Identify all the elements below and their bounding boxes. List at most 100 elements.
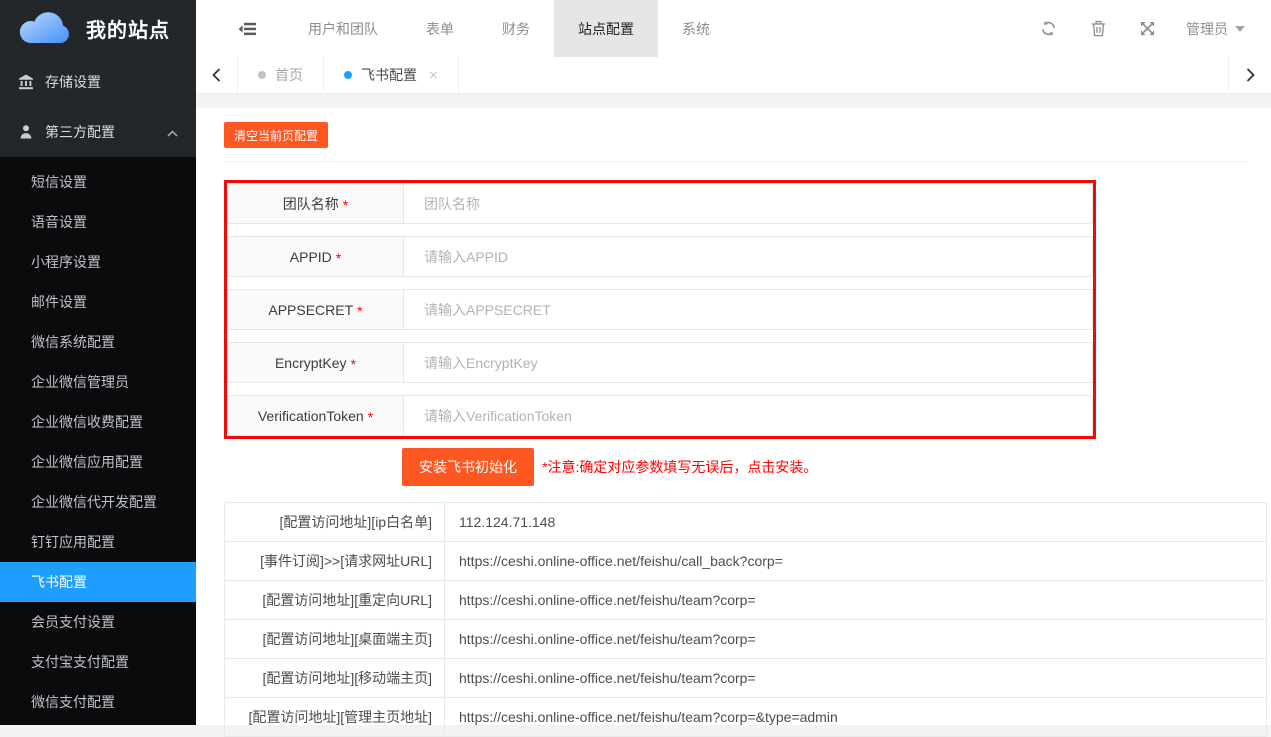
sidebar-collapse-icon[interactable]: [238, 0, 256, 57]
sidebar-item-wecom-admin[interactable]: 企业微信管理员: [0, 362, 196, 402]
team-name-input[interactable]: [404, 184, 1092, 223]
tab-label: 飞书配置: [361, 65, 417, 85]
form-row-verificationtoken: VerificationToken*: [227, 395, 1093, 436]
address-value: https://ceshi.online-office.net/feishu/t…: [445, 581, 1267, 620]
encryptkey-input[interactable]: [404, 343, 1092, 382]
label-text: 团队名称: [283, 194, 339, 214]
sidebar-submenu: 短信设置 语音设置 小程序设置 邮件设置 微信系统配置 企业微信管理员 企业微信…: [0, 157, 196, 725]
cloud-logo-icon: [16, 6, 74, 51]
form-row-team-name: 团队名称*: [227, 183, 1093, 224]
tab-bar: 首页 飞书配置 ×: [196, 57, 1271, 94]
install-feishu-button[interactable]: 安装飞书初始化: [402, 448, 534, 486]
header-actions: 管理员: [1023, 0, 1271, 57]
address-label: [配置访问地址][移动端主页]: [225, 659, 445, 698]
address-value: https://ceshi.online-office.net/feishu/c…: [445, 542, 1267, 581]
address-value: 112.124.71.148: [445, 503, 1267, 542]
table-row: [配置访问地址][管理主页地址] https://ceshi.online-of…: [225, 698, 1267, 737]
form-row-encryptkey: EncryptKey*: [227, 342, 1093, 383]
tabs-scroll-right-icon[interactable]: [1228, 57, 1271, 93]
install-row: 安装飞书初始化 *注意:确定对应参数填写无误后，点击安装。: [402, 448, 1271, 486]
appsecret-input[interactable]: [404, 290, 1092, 329]
nav-finance[interactable]: 财务: [478, 0, 554, 57]
sidebar-item-third-party-config[interactable]: 第三方配置: [0, 107, 196, 157]
user-name: 管理员: [1186, 19, 1228, 39]
required-mark: *: [351, 353, 356, 372]
sidebar-item-voice-settings[interactable]: 语音设置: [0, 202, 196, 242]
label-text: APPID: [290, 249, 332, 265]
sidebar-item-member-payment-settings[interactable]: 会员支付设置: [0, 602, 196, 642]
nav-users-teams[interactable]: 用户和团队: [284, 0, 402, 57]
sidebar-item-sms-settings[interactable]: 短信设置: [0, 162, 196, 202]
address-label: [配置访问地址][桌面端主页]: [225, 620, 445, 659]
feishu-config-form: 团队名称* APPID* APPSECRET* EncryptKey* Veri…: [224, 180, 1096, 439]
person-icon: [18, 124, 35, 141]
tab-home[interactable]: 首页: [238, 57, 324, 93]
sidebar-item-feishu-config[interactable]: 飞书配置: [0, 562, 196, 602]
field-label: APPSECRET*: [228, 290, 404, 329]
table-row: [配置访问地址][移动端主页] https://ceshi.online-off…: [225, 659, 1267, 698]
label-text: VerificationToken: [258, 408, 364, 424]
feishu-address-table: [配置访问地址][ip白名单] 112.124.71.148 [事件订阅]>>[…: [224, 502, 1267, 737]
site-title: 我的站点: [86, 14, 170, 43]
sidebar-item-miniprogram-settings[interactable]: 小程序设置: [0, 242, 196, 282]
user-menu[interactable]: 管理员: [1172, 19, 1253, 39]
verificationtoken-input[interactable]: [404, 396, 1092, 435]
tab-feishu-config[interactable]: 飞书配置 ×: [324, 57, 459, 93]
tab-dot: [258, 71, 266, 79]
sidebar-item-mail-settings[interactable]: 邮件设置: [0, 282, 196, 322]
address-value: https://ceshi.online-office.net/feishu/t…: [445, 620, 1267, 659]
required-mark: *: [368, 406, 373, 425]
tab-close-icon[interactable]: ×: [429, 68, 438, 83]
address-label: [配置访问地址][ip白名单]: [225, 503, 445, 542]
brand-logo[interactable]: 我的站点: [0, 0, 196, 57]
form-row-appsecret: APPSECRET*: [227, 289, 1093, 330]
chevron-up-icon: [167, 124, 178, 140]
required-mark: *: [357, 300, 362, 319]
address-label: [事件订阅]>>[请求网址URL]: [225, 542, 445, 581]
trash-icon[interactable]: [1074, 20, 1123, 37]
chevron-down-icon: [1235, 26, 1245, 32]
feishu-config-page: 清空当前页配置 团队名称* APPID* APPSECRET* EncryptK…: [196, 94, 1271, 725]
form-row-appid: APPID*: [227, 236, 1093, 277]
tab-dot: [344, 71, 352, 79]
fullscreen-icon[interactable]: [1123, 21, 1172, 36]
required-mark: *: [336, 247, 341, 266]
required-mark: *: [343, 194, 348, 213]
field-label: VerificationToken*: [228, 396, 404, 435]
sidebar-item-wecom-billing-config[interactable]: 企业微信收费配置: [0, 402, 196, 442]
sidebar-item-wechat-payment-config[interactable]: 微信支付配置: [0, 682, 196, 722]
sidebar-item-storage-settings[interactable]: 存储设置: [0, 57, 196, 107]
table-row: [配置访问地址][重定向URL] https://ceshi.online-of…: [225, 581, 1267, 620]
nav-forms[interactable]: 表单: [402, 0, 478, 57]
tabs-scroll-left-icon[interactable]: [196, 57, 238, 93]
sidebar-item-label: 存储设置: [45, 72, 178, 92]
nav-system[interactable]: 系统: [658, 0, 734, 57]
top-header: 用户和团队 表单 财务 站点配置 系统: [196, 0, 1271, 57]
table-row: [事件订阅]>>[请求网址URL] https://ceshi.online-o…: [225, 542, 1267, 581]
sidebar-item-label: 第三方配置: [45, 122, 167, 142]
sidebar-item-wecom-dev-config[interactable]: 企业微信代开发配置: [0, 482, 196, 522]
main-nav: 用户和团队 表单 财务 站点配置 系统: [284, 0, 734, 57]
clear-page-config-button[interactable]: 清空当前页配置: [224, 122, 328, 148]
refresh-icon[interactable]: [1023, 20, 1074, 37]
tab-label: 首页: [275, 65, 303, 85]
nav-site-config[interactable]: 站点配置: [554, 0, 658, 57]
divider: [224, 161, 1247, 162]
appid-input[interactable]: [404, 237, 1092, 276]
address-label: [配置访问地址][重定向URL]: [225, 581, 445, 620]
table-row: [配置访问地址][桌面端主页] https://ceshi.online-off…: [225, 620, 1267, 659]
field-label: APPID*: [228, 237, 404, 276]
sidebar-item-dingtalk-app-config[interactable]: 钉钉应用配置: [0, 522, 196, 562]
sidebar-item-alipay-payment-config[interactable]: 支付宝支付配置: [0, 642, 196, 682]
label-text: APPSECRET: [268, 302, 353, 318]
sidebar-item-wechat-system-config[interactable]: 微信系统配置: [0, 322, 196, 362]
field-label: 团队名称*: [228, 184, 404, 223]
address-label: [配置访问地址][管理主页地址]: [225, 698, 445, 737]
table-row: [配置访问地址][ip白名单] 112.124.71.148: [225, 503, 1267, 542]
sidebar: 我的站点 存储设置 第三方配置 短信设置 语音设置 小程序设置 邮件设置 微信系…: [0, 0, 196, 725]
bank-icon: [18, 74, 35, 91]
address-value: https://ceshi.online-office.net/feishu/t…: [445, 659, 1267, 698]
address-value: https://ceshi.online-office.net/feishu/t…: [445, 698, 1267, 737]
sidebar-item-wecom-app-config[interactable]: 企业微信应用配置: [0, 442, 196, 482]
label-text: EncryptKey: [275, 355, 347, 371]
